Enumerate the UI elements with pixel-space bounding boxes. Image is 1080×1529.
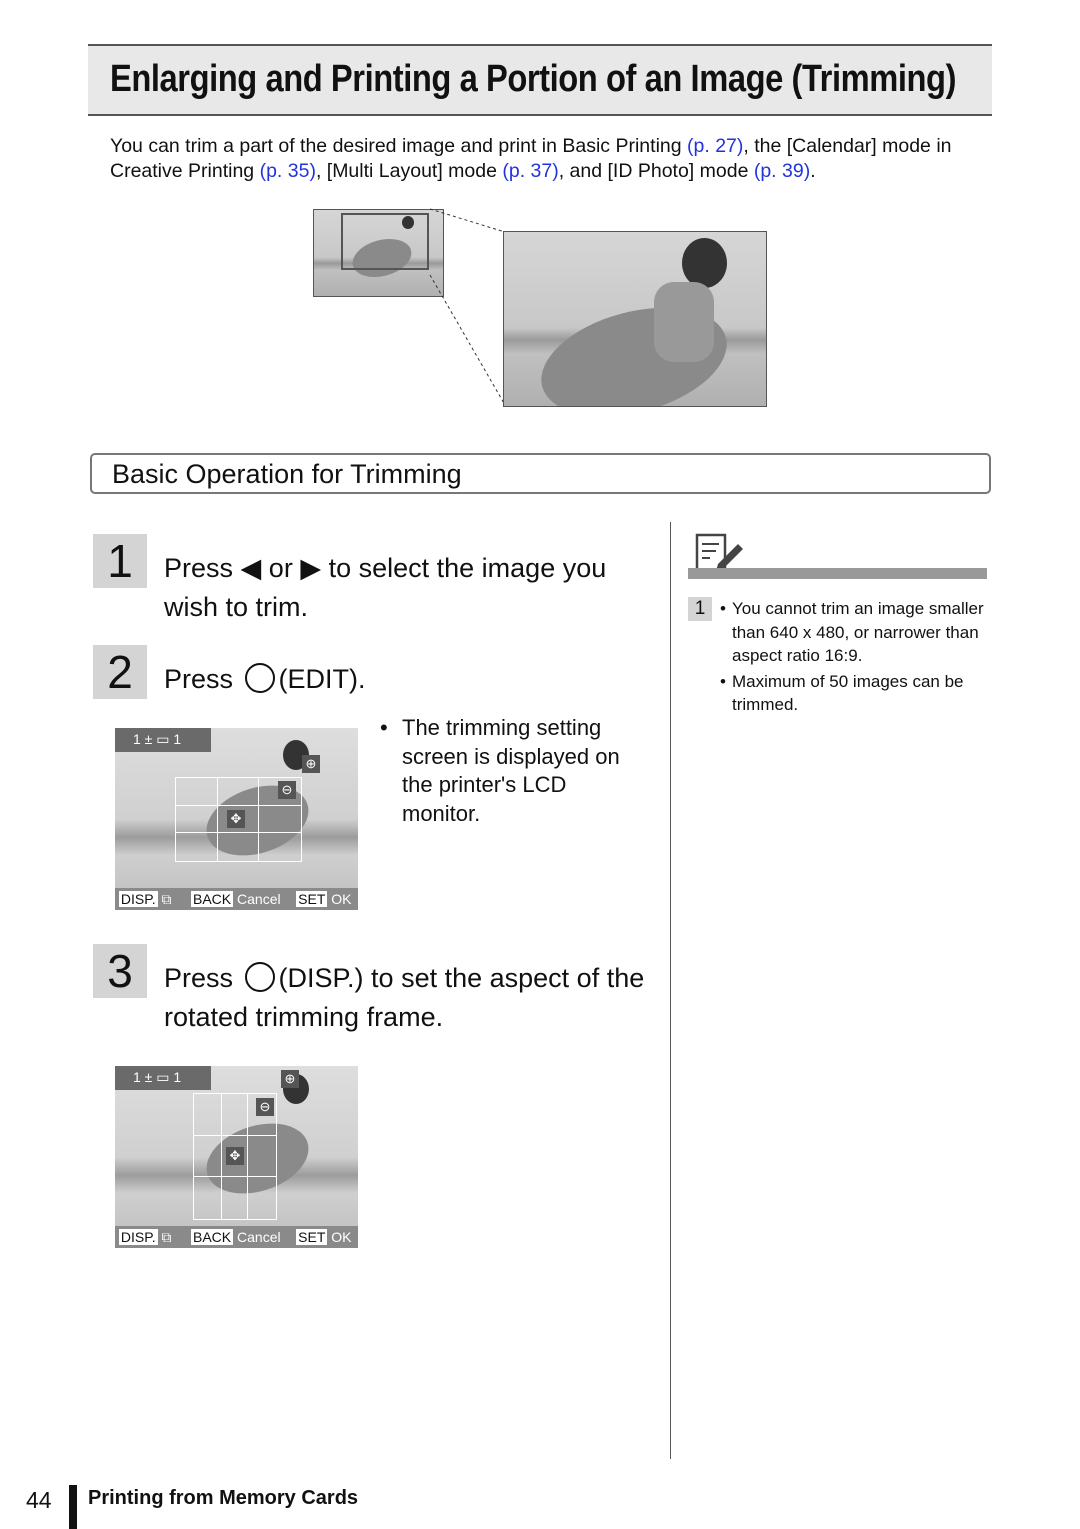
step-1-text: Press ◀ or ▶ to select the image you wis… — [164, 549, 664, 627]
bullet-text: The trimming setting screen is displayed… — [402, 715, 620, 826]
move-icon: ✥ — [227, 810, 245, 828]
zoom-out-icon: ⊖ — [256, 1098, 274, 1116]
step-text: Press — [164, 963, 241, 993]
intro-part: . — [810, 160, 816, 182]
step-number: 1 — [93, 534, 147, 588]
section-title: Basic Operation for Trimming — [112, 459, 462, 489]
page-title: Enlarging and Printing a Portion of an I… — [110, 58, 957, 100]
zoom-in-icon: ⊕ — [302, 755, 320, 773]
note-step-number: 1 — [688, 597, 712, 621]
link-p37[interactable]: (p. 37) — [502, 160, 558, 182]
page-number: 44 — [26, 1487, 52, 1513]
zoom-lines — [429, 208, 506, 406]
step-3-text: Press (DISP.) to set the aspect of the r… — [164, 959, 654, 1037]
step-number: 3 — [93, 944, 147, 998]
note-item: • Maximum of 50 images can be trimmed. — [720, 671, 964, 715]
note-list: • You cannot trim an image smaller than 6… — [720, 597, 1000, 717]
intro-part: You can trim a part of the desired image… — [110, 135, 688, 157]
left-arrow-icon: ◀ — [240, 553, 262, 583]
lcd-screen-1: 1 ± ▭ 1 ⊕ ⊖ ✥ DISP. ⧉ BACK Cancel SET OK — [115, 728, 358, 910]
chapter-title: Printing from Memory Cards — [88, 1487, 359, 1509]
step-text: Press — [164, 664, 241, 694]
button-circle-icon — [244, 962, 275, 992]
button-circle-icon — [244, 663, 275, 693]
step-text: or — [261, 553, 301, 583]
link-p39[interactable]: (p. 39) — [754, 160, 810, 182]
trim-frame — [341, 213, 429, 270]
intro-part: , and [ID Photo] mode — [558, 160, 754, 182]
link-p35[interactable]: (p. 35) — [260, 160, 316, 182]
step-2-text: Press (EDIT). — [164, 660, 366, 699]
lcd-status: 1 ± ▭ 1 — [115, 728, 211, 752]
step-text: Press — [164, 553, 241, 583]
link-p27[interactable]: (p. 27) — [687, 135, 743, 157]
note-item: • You cannot trim an image smaller than 6… — [720, 599, 984, 665]
step-text: (EDIT). — [278, 664, 366, 694]
footer-bar — [69, 1485, 77, 1529]
right-arrow-icon: ▶ — [300, 553, 322, 583]
lcd-guide: DISP. ⧉ BACK Cancel SET OK — [115, 888, 358, 910]
move-icon: ✥ — [226, 1147, 244, 1165]
title-band: Enlarging and Printing a Portion of an I… — [88, 44, 992, 116]
lcd-status: 1 ± ▭ 1 — [115, 1066, 211, 1090]
column-divider — [670, 522, 671, 1459]
section-heading: Basic Operation for Trimming — [90, 453, 991, 494]
zoom-out-icon: ⊖ — [278, 781, 296, 799]
intro-text: You can trim a part of the desired image… — [110, 134, 1000, 184]
bullet-note: • The trimming setting screen is displaye… — [380, 715, 620, 826]
lcd-guide: DISP. ⧉ BACK Cancel SET OK — [115, 1226, 358, 1248]
trimmed-photo — [503, 231, 767, 407]
intro-part: , [Multi Layout] mode — [315, 160, 503, 182]
lcd-screen-2: 1 ± ▭ 1 ⊕ ⊖ ✥ DISP. ⧉ BACK Cancel SET OK — [115, 1066, 358, 1248]
step-number: 2 — [93, 645, 147, 699]
note-bar — [688, 568, 987, 579]
zoom-in-icon: ⊕ — [281, 1070, 299, 1088]
